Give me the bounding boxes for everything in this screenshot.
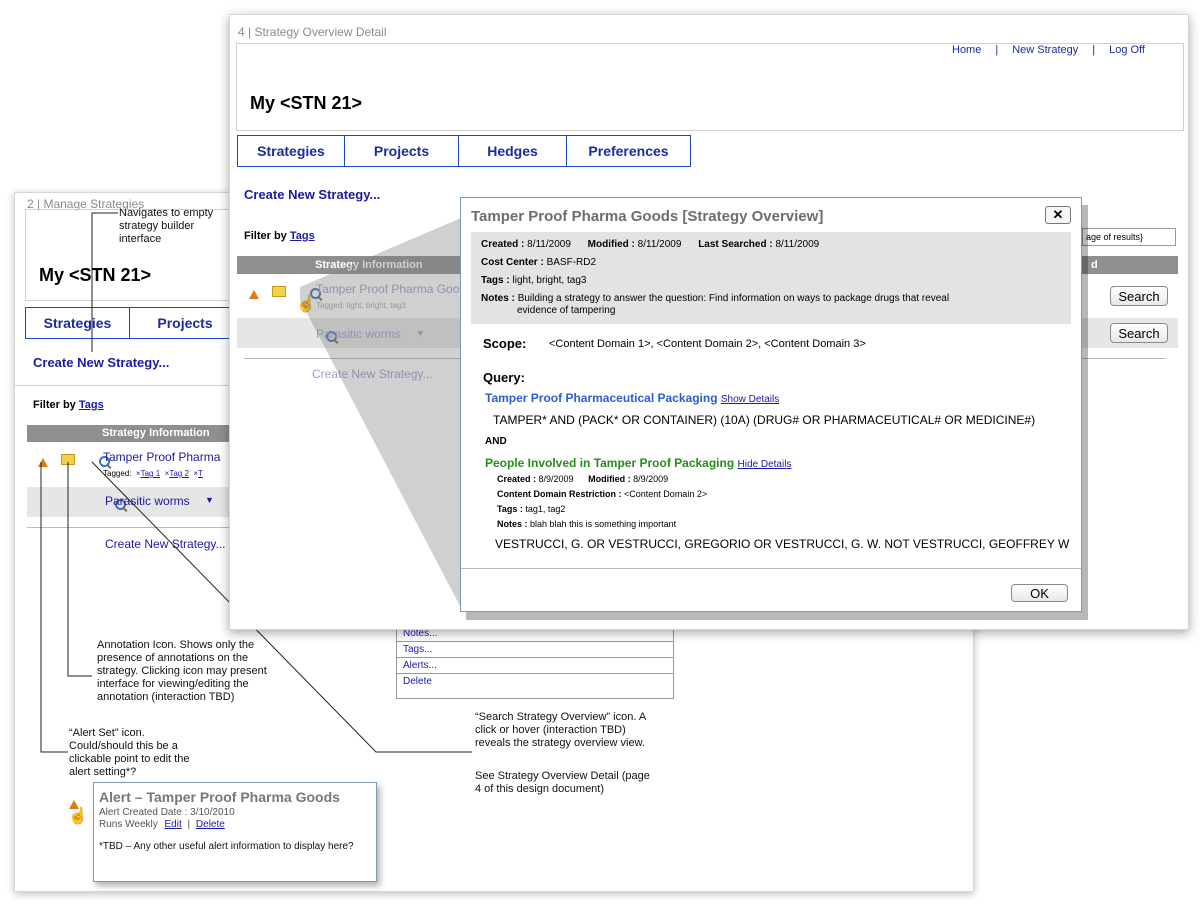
notes-value: Building a strategy to answer the questi… [517, 293, 950, 304]
q2-cdr-value: <Content Domain 2> [624, 489, 708, 499]
info-notes: Notes : Building a strategy to answer th… [481, 293, 949, 304]
query2-dates: Created : 8/9/2009 Modified : 8/9/2009 [497, 474, 668, 484]
scope-label: Scope: [483, 336, 527, 351]
ok-button[interactable]: OK [1011, 584, 1068, 602]
created-label: Created : [481, 239, 525, 250]
q2-notes-label: Notes : [497, 519, 528, 529]
strategy-overview-dialog: Tamper Proof Pharma Goods [Strategy Over… [460, 197, 1082, 612]
query1-header: Tamper Proof Pharmaceutical Packaging Sh… [485, 391, 779, 405]
query2-text: VESTRUCCI, G. OR VESTRUCCI, GREGORIO OR … [495, 537, 1070, 551]
query2-notes: Notes : blah blah this is something impo… [497, 519, 676, 529]
dialog-title: Tamper Proof Pharma Goods [Strategy Over… [471, 208, 824, 225]
query1-text: TAMPER* AND (PACK* OR CONTAINER) (10A) (… [493, 413, 1036, 427]
created-value: 8/11/2009 [527, 239, 571, 250]
info-cost-center: Cost Center : BASF-RD2 [481, 257, 596, 268]
close-button[interactable]: ✕ [1045, 206, 1071, 224]
tags-value: light, bright, tag3 [512, 275, 587, 286]
q2-tags-label: Tags : [497, 504, 523, 514]
dialog-footer-divider [461, 568, 1081, 569]
cost-value: BASF-RD2 [546, 257, 597, 268]
hide-details-link[interactable]: Hide Details [738, 459, 792, 470]
notes-label: Notes : [481, 293, 515, 304]
q2-created-label: Created : [497, 474, 537, 484]
strategy-info-panel: Created : 8/11/2009 Modified : 8/11/2009… [471, 232, 1071, 324]
modified-label: Modified : [587, 239, 635, 250]
info-dates: Created : 8/11/2009 Modified : 8/11/2009… [481, 239, 819, 250]
q2-created-value: 8/9/2009 [538, 474, 574, 484]
searched-value: 8/11/2009 [775, 239, 820, 250]
show-details-link[interactable]: Show Details [721, 394, 779, 405]
cost-label: Cost Center : [481, 257, 544, 268]
and-operator: AND [485, 436, 507, 447]
q2-modified-value: 8/9/2009 [633, 474, 669, 484]
tags-label: Tags : [481, 275, 510, 286]
query2-tags: Tags : tag1, tag2 [497, 504, 565, 514]
notes-value-cont: evidence of tampering [517, 305, 616, 316]
q2-notes-value: blah blah this is something important [530, 519, 677, 529]
query2-cdr: Content Domain Restriction : <Content Do… [497, 489, 707, 499]
q2-modified-label: Modified : [588, 474, 631, 484]
scope-value: <Content Domain 1>, <Content Domain 2>, … [549, 338, 866, 350]
searched-label: Last Searched : [698, 239, 773, 250]
zoom-wedge-shape [300, 218, 461, 608]
modified-value: 8/11/2009 [637, 239, 682, 250]
query2-header: People Involved in Tamper Proof Packagin… [485, 456, 791, 470]
q2-cdr-label: Content Domain Restriction : [497, 489, 622, 499]
info-tags: Tags : light, bright, tag3 [481, 275, 586, 286]
q2-tags-value: tag1, tag2 [525, 504, 566, 514]
query-label: Query: [483, 370, 525, 385]
query2-title: People Involved in Tamper Proof Packagin… [485, 456, 735, 470]
query1-title: Tamper Proof Pharmaceutical Packaging [485, 391, 718, 405]
close-icon: ✕ [1052, 207, 1064, 222]
